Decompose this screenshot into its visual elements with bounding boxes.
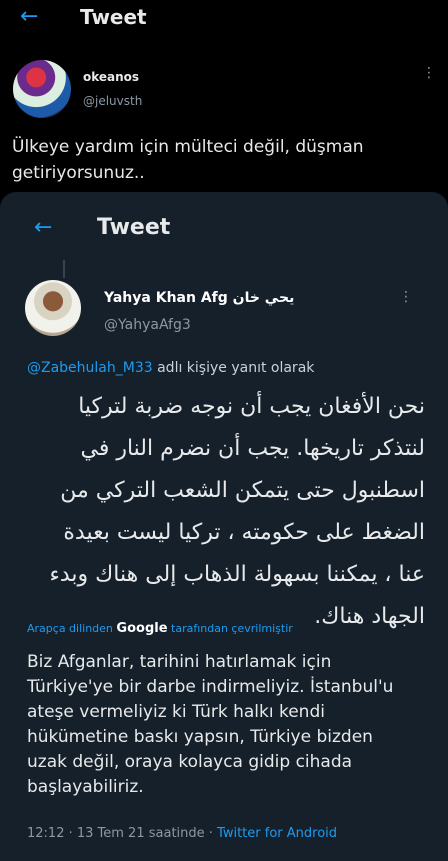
google-label: Google: [116, 621, 168, 636]
outer-author-handle[interactable]: @jeluvsth: [83, 94, 142, 108]
embedded-tweet-screenshot: ← Tweet Yahya Khan Afg يحي خان @YahyaAfg…: [0, 192, 448, 861]
inner-author-handle: @YahyaAfg3: [104, 317, 191, 333]
inner-avatar: [25, 280, 81, 336]
outer-page-title: Tweet: [80, 5, 147, 29]
translation-notice: Arapça dilinden Google tarafından çevril…: [27, 621, 293, 636]
inner-more-icon: ⋮: [399, 289, 413, 305]
arabic-tweet-text: نحن الأفغان يجب أن نوجه ضربة لتركيا لنتذ…: [49, 394, 426, 629]
tweet-metadata: 12:12 · 13 Tem 21 saatinde · Twitter for…: [27, 826, 337, 841]
reply-suffix: adlı kişiye yanıt olarak: [152, 360, 315, 376]
tweet-timestamp: 12:12 · 13 Tem 21 saatinde ·: [27, 826, 218, 841]
back-arrow-icon[interactable]: ←: [20, 4, 38, 29]
outer-tweet-text: Ülkeye yardım için mülteci değil, düşman…: [12, 137, 364, 183]
outer-author-name[interactable]: okeanos: [83, 70, 139, 84]
reply-context: @Zabehulah_M33 adlı kişiye yanıt olarak: [27, 360, 314, 376]
translation-suffix: tarafından çevrilmiştir: [167, 622, 293, 635]
translation-prefix: Arapça dilinden: [27, 622, 117, 635]
inner-back-arrow-icon: ←: [34, 215, 53, 240]
tweet-source-link: Twitter for Android: [217, 826, 338, 841]
inner-page-title: Tweet: [97, 215, 171, 240]
outer-header: ← Tweet: [0, 0, 448, 36]
outer-avatar[interactable]: [13, 60, 71, 118]
translated-tweet-text: Biz Afganlar, tarihini hatırlamak için T…: [27, 652, 394, 797]
outer-more-icon[interactable]: ⋮: [422, 66, 436, 80]
inner-author-name: Yahya Khan Afg يحي خان: [104, 290, 295, 306]
reply-mention-link: @Zabehulah_M33: [27, 360, 153, 376]
thread-line: [63, 260, 65, 278]
